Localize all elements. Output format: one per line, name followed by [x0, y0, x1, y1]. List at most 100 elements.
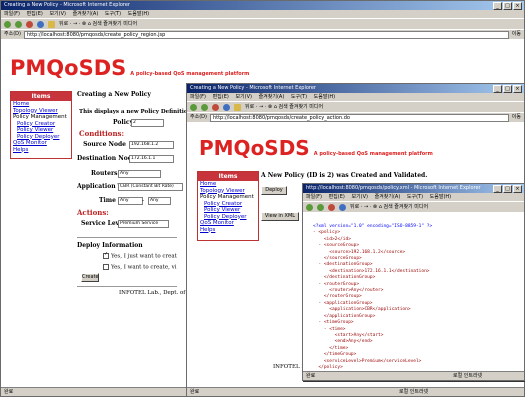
back-arrow-icon[interactable]: [306, 203, 313, 211]
deploy-option-2-checkbox[interactable]: [103, 264, 109, 270]
minimize-icon[interactable]: _: [493, 185, 502, 193]
destination-node-input[interactable]: 172.16.1.1: [129, 155, 174, 163]
forward-arrow-icon[interactable]: [317, 203, 324, 211]
menu-view[interactable]: 보기(V): [235, 94, 252, 100]
items-header: Items: [198, 172, 258, 181]
front-logo: PMQoSDS A policy-based QoS management pla…: [199, 136, 433, 160]
front-status-text: 완료: [190, 389, 200, 395]
refresh-icon[interactable]: [37, 20, 44, 28]
go-button[interactable]: 이동: [512, 113, 524, 122]
front-window-title: Creating a New Policy - Microsoft Intern…: [190, 85, 316, 91]
deploy-button[interactable]: Deploy: [261, 186, 287, 195]
minimize-icon[interactable]: _: [493, 2, 502, 10]
items-header: Items: [11, 92, 71, 101]
nav-helps[interactable]: Helps: [198, 227, 258, 234]
time-separator: -: [142, 197, 145, 204]
close-icon[interactable]: ×: [513, 85, 522, 93]
menu-view[interactable]: 보기(V): [49, 11, 66, 17]
create-button[interactable]: Create: [81, 273, 99, 282]
close-icon[interactable]: ×: [513, 185, 522, 193]
nav-policy-management: Policy Management: [200, 194, 254, 200]
front-status-zone: 로컬 인트라넷: [399, 389, 429, 395]
refresh-icon[interactable]: [223, 103, 230, 111]
routers-label: Routers: [91, 170, 118, 177]
menu-edit[interactable]: 편집(E): [329, 194, 345, 200]
menu-help[interactable]: 도움말(H): [314, 94, 335, 100]
close-icon[interactable]: ×: [513, 2, 522, 10]
back-toolbar: 뒤로 · → · ⊗ ⌂ 검색 즐겨찾기 미디어: [1, 18, 524, 29]
destination-node-label: Destination Node: [77, 155, 136, 162]
policy-id-input[interactable]: 2: [131, 119, 164, 127]
application-type-label: Application Type: [77, 183, 133, 190]
menu-tools[interactable]: 도구(T): [291, 94, 307, 100]
nav-policy-management: Policy Management: [13, 114, 67, 120]
menu-tools[interactable]: 도구(T): [407, 194, 423, 200]
go-button[interactable]: 이동: [512, 30, 524, 39]
service-level-select[interactable]: Premium Service: [118, 220, 169, 228]
menu-view[interactable]: 보기(V): [351, 194, 368, 200]
maximize-icon[interactable]: □: [503, 85, 512, 93]
menu-edit[interactable]: 편집(E): [27, 11, 43, 17]
routers-input[interactable]: Any: [118, 170, 161, 178]
menu-help[interactable]: 도움말(H): [128, 11, 149, 17]
back-address-bar: 주소(D) http://localhost:8080/pmqosds/crea…: [1, 29, 524, 39]
xml-status-zone: 로컬 인트라넷: [453, 373, 483, 379]
menu-edit[interactable]: 편집(E): [213, 94, 229, 100]
back-arrow-icon[interactable]: [4, 20, 11, 28]
menu-favorites[interactable]: 즐겨찾기(A): [259, 94, 285, 100]
logo-subtitle: A policy-based QoS management platform: [313, 151, 433, 157]
front-address-bar: 주소(D) http://localhost:8080/pmqosds/crea…: [187, 112, 524, 122]
forward-arrow-icon[interactable]: [15, 20, 22, 28]
time-from-select[interactable]: Any: [118, 197, 143, 205]
deploy-option-2[interactable]: Yes, I want to create, vi: [103, 264, 176, 271]
stop-icon[interactable]: [26, 20, 33, 28]
back-arrow-icon[interactable]: [190, 103, 197, 111]
deploy-option-1-checkbox[interactable]: [103, 252, 109, 259]
minimize-icon[interactable]: _: [493, 85, 502, 93]
xml-status-bar: 완료 로컬 인트라넷: [303, 371, 524, 380]
toolbar-labels[interactable]: 뒤로 · → · ⊗ ⌂ 검색 즐겨찾기 미디어: [59, 19, 137, 29]
deploy-information-heading: Deploy Information: [77, 242, 143, 249]
menu-favorites[interactable]: 즐겨찾기(A): [375, 194, 401, 200]
time-label: Time: [99, 197, 116, 204]
back-window-title: Creating a New Policy - Microsoft Intern…: [4, 2, 130, 8]
logo-subtitle: A policy-based QoS management platform: [130, 71, 250, 77]
view-in-xml-button[interactable]: View in XML: [261, 212, 299, 221]
application-type-select[interactable]: CBR (Constant Bit Rate): [118, 183, 183, 191]
menu-favorites[interactable]: 즐겨찾기(A): [73, 11, 99, 17]
xml-line: <serviceLevel>Premium</serviceLevel>: [313, 358, 422, 364]
back-address-input[interactable]: http://localhost:8080/pmqosds/create_pol…: [23, 30, 509, 39]
menu-tools[interactable]: 도구(T): [105, 11, 121, 17]
deploy-option-1-label: Yes, I just want to creat: [111, 253, 177, 260]
logo-text: PMQoSDS: [10, 56, 127, 80]
back-logo: PMQoSDS A policy-based QoS management pla…: [10, 56, 249, 80]
deploy-option-1[interactable]: Yes, I just want to creat: [103, 252, 177, 260]
front-address-input[interactable]: http://localhost:8080/pmqosds/create_pol…: [209, 113, 509, 122]
menu-help[interactable]: 도움말(H): [430, 194, 451, 200]
address-label: 주소(D): [190, 114, 207, 120]
time-to-select[interactable]: Any: [148, 197, 171, 205]
maximize-icon[interactable]: □: [503, 2, 512, 10]
front-items-menu: Items Home Topology Viewer Policy Manage…: [197, 171, 259, 241]
menu-file[interactable]: 파일(F): [306, 194, 322, 200]
front-status-bar: 완료 로컬 인트라넷: [187, 387, 524, 396]
toolbar-labels[interactable]: 뒤로 · → · ⊗ ⌂ 검색 즐겨찾기 미디어: [350, 202, 428, 212]
menu-file[interactable]: 파일(F): [190, 94, 206, 100]
nav-helps[interactable]: Helps: [11, 147, 71, 154]
stop-icon[interactable]: [328, 203, 335, 211]
back-menu-bar: 파일(F) 편집(E) 보기(V) 즐겨찾기(A) 도구(T) 도움말(H): [1, 10, 524, 18]
menu-file[interactable]: 파일(F): [4, 11, 20, 17]
home-icon[interactable]: [48, 20, 55, 28]
forward-arrow-icon[interactable]: [201, 103, 208, 111]
maximize-icon[interactable]: □: [503, 185, 512, 193]
toolbar-labels[interactable]: 뒤로 · → · ⊗ ⌂ 검색 즐겨찾기 미디어: [245, 102, 323, 112]
footer-divider: [77, 286, 177, 287]
address-label: 주소(D): [4, 31, 21, 37]
source-node-label: Source Node: [83, 141, 126, 148]
stop-icon[interactable]: [212, 103, 219, 111]
deploy-option-2-label: Yes, I want to create, vi: [111, 264, 177, 271]
home-icon[interactable]: [234, 103, 241, 111]
back-status-text: 완료: [4, 389, 14, 395]
source-node-input[interactable]: 192.168.1.2: [129, 141, 174, 149]
refresh-icon[interactable]: [339, 203, 346, 211]
